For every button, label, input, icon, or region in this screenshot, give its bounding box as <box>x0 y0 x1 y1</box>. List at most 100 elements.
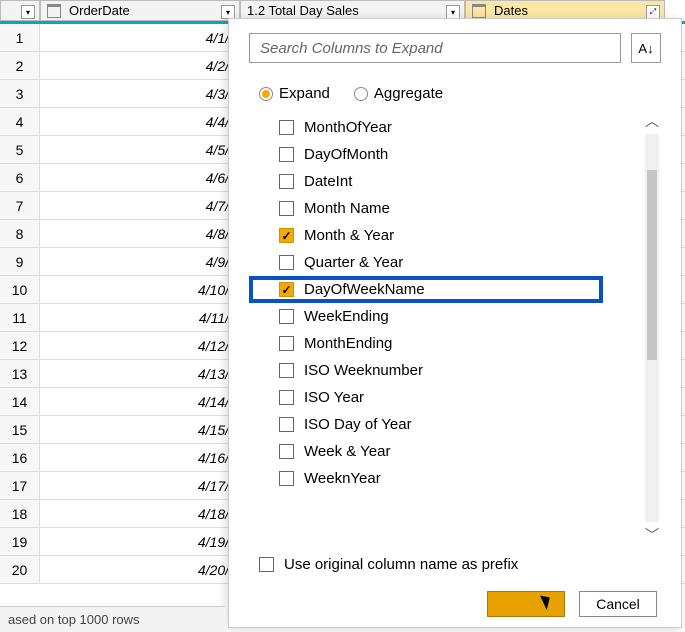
scroll-down-icon[interactable]: ﹀ <box>645 528 659 542</box>
checkbox-icon[interactable] <box>279 444 294 459</box>
column-header-label: Dates <box>494 3 528 18</box>
radio-label: Expand <box>279 85 330 102</box>
orderdate-cell: 4/11/ <box>40 304 240 331</box>
option-label: DayOfWeekName <box>304 281 425 298</box>
row-number-cell: 5 <box>0 136 40 163</box>
option-label: ISO Year <box>304 389 364 406</box>
orderdate-cell: 4/7/ <box>40 192 240 219</box>
status-bar: ased on top 1000 rows <box>0 606 225 632</box>
column-option[interactable]: WeekEnding <box>279 303 643 330</box>
option-label: DateInt <box>304 173 352 190</box>
row-number-header: ▾ <box>0 0 40 21</box>
row-number-cell: 16 <box>0 444 40 471</box>
option-label: ISO Day of Year <box>304 416 412 433</box>
sort-az-icon: A↓ <box>638 41 653 56</box>
checkbox-icon[interactable] <box>279 390 294 405</box>
checkbox-icon[interactable] <box>279 336 294 351</box>
orderdate-cell: 4/17/ <box>40 472 240 499</box>
sort-button[interactable]: A↓ <box>631 33 661 63</box>
option-label: DayOfMonth <box>304 146 388 163</box>
radio-expand[interactable]: Expand <box>259 85 330 102</box>
row-number-cell: 2 <box>0 52 40 79</box>
expand-column-popup: Search Columns to Expand A↓ Expand Aggre… <box>228 18 682 628</box>
column-option[interactable]: MonthEnding <box>279 330 643 357</box>
checkbox-icon[interactable] <box>279 174 294 189</box>
row-number-cell: 7 <box>0 192 40 219</box>
orderdate-cell: 4/10/ <box>40 276 240 303</box>
option-label: Quarter & Year <box>304 254 403 271</box>
checkbox-icon[interactable] <box>279 147 294 162</box>
column-header-orderdate[interactable]: OrderDate ▾ <box>40 0 240 21</box>
orderdate-cell: 4/12/ <box>40 332 240 359</box>
option-label: ISO Weeknumber <box>304 362 423 379</box>
scroll-thumb[interactable] <box>647 170 657 360</box>
radio-aggregate[interactable]: Aggregate <box>354 85 443 102</box>
column-options-list: MonthOfYear DayOfMonth DateInt Month Name Mo… <box>249 114 643 542</box>
column-option[interactable]: DayOfWeekName <box>249 276 603 303</box>
prefix-option-row[interactable]: Use original column name as prefix <box>249 542 661 591</box>
row-number-cell: 4 <box>0 108 40 135</box>
option-label: MonthEnding <box>304 335 392 352</box>
column-option[interactable]: Month Name <box>279 195 643 222</box>
column-filter-dropdown[interactable]: ▾ <box>221 5 235 19</box>
row-number-cell: 17 <box>0 472 40 499</box>
row-number-cell: 3 <box>0 80 40 107</box>
orderdate-cell: 4/2/ <box>40 52 240 79</box>
checkbox-icon[interactable] <box>279 228 294 243</box>
column-option[interactable]: WeeknYear <box>279 465 643 492</box>
column-expand-dropdown[interactable]: ⤢ <box>646 5 660 19</box>
column-options-list-wrap: MonthOfYear DayOfMonth DateInt Month Name Mo… <box>249 114 661 542</box>
option-label: MonthOfYear <box>304 119 392 136</box>
search-input[interactable]: Search Columns to Expand <box>249 33 621 63</box>
column-option[interactable]: ISO Year <box>279 384 643 411</box>
column-option[interactable]: DateInt <box>279 168 643 195</box>
cancel-button[interactable]: Cancel <box>579 591 657 617</box>
column-option[interactable]: MonthOfYear <box>279 114 643 141</box>
orderdate-cell: 4/20/ <box>40 556 240 583</box>
scroll-track[interactable] <box>645 134 659 522</box>
dialog-button-row: OK Cancel <box>249 591 661 617</box>
row-number-cell: 6 <box>0 164 40 191</box>
column-header-label: 1.2 Total Day Sales <box>247 3 359 18</box>
status-text: ased on top 1000 rows <box>8 612 140 627</box>
checkbox-icon[interactable] <box>279 120 294 135</box>
checkbox-icon[interactable] <box>279 309 294 324</box>
column-option[interactable]: Quarter & Year <box>279 249 643 276</box>
orderdate-cell: 4/14/ <box>40 388 240 415</box>
column-option[interactable]: ISO Day of Year <box>279 411 643 438</box>
column-filter-dropdown[interactable]: ▾ <box>446 5 460 19</box>
column-option[interactable]: Week & Year <box>279 438 643 465</box>
row-number-cell: 11 <box>0 304 40 331</box>
orderdate-cell: 4/16/ <box>40 444 240 471</box>
scrollbar[interactable]: ︿ ﹀ <box>643 114 661 542</box>
checkbox-icon[interactable] <box>279 417 294 432</box>
row-number-cell: 9 <box>0 248 40 275</box>
radio-label: Aggregate <box>374 85 443 102</box>
row-number-cell: 20 <box>0 556 40 583</box>
checkbox-icon[interactable] <box>279 363 294 378</box>
row-menu-dropdown[interactable]: ▾ <box>21 5 35 19</box>
column-option[interactable]: ISO Weeknumber <box>279 357 643 384</box>
radio-dot-icon <box>259 87 273 101</box>
column-option[interactable]: DayOfMonth <box>279 141 643 168</box>
row-number-cell: 18 <box>0 500 40 527</box>
checkbox-icon[interactable] <box>279 255 294 270</box>
checkbox-icon[interactable] <box>279 201 294 216</box>
option-label: Month & Year <box>304 227 394 244</box>
option-label: WeekEnding <box>304 308 389 325</box>
row-number-cell: 19 <box>0 528 40 555</box>
ok-button[interactable]: OK <box>487 591 565 617</box>
column-option[interactable]: Month & Year <box>279 222 643 249</box>
checkbox-icon[interactable] <box>259 557 274 572</box>
orderdate-cell: 4/6/ <box>40 164 240 191</box>
option-label: Month Name <box>304 200 390 217</box>
radio-dot-icon <box>354 87 368 101</box>
orderdate-cell: 4/19/ <box>40 528 240 555</box>
orderdate-cell: 4/15/ <box>40 416 240 443</box>
checkbox-icon[interactable] <box>279 471 294 486</box>
scroll-up-icon[interactable]: ︿ <box>645 114 659 128</box>
search-placeholder: Search Columns to Expand <box>260 40 443 57</box>
orderdate-cell: 4/9/ <box>40 248 240 275</box>
orderdate-cell: 4/1/ <box>40 24 240 51</box>
checkbox-icon[interactable] <box>279 282 294 297</box>
